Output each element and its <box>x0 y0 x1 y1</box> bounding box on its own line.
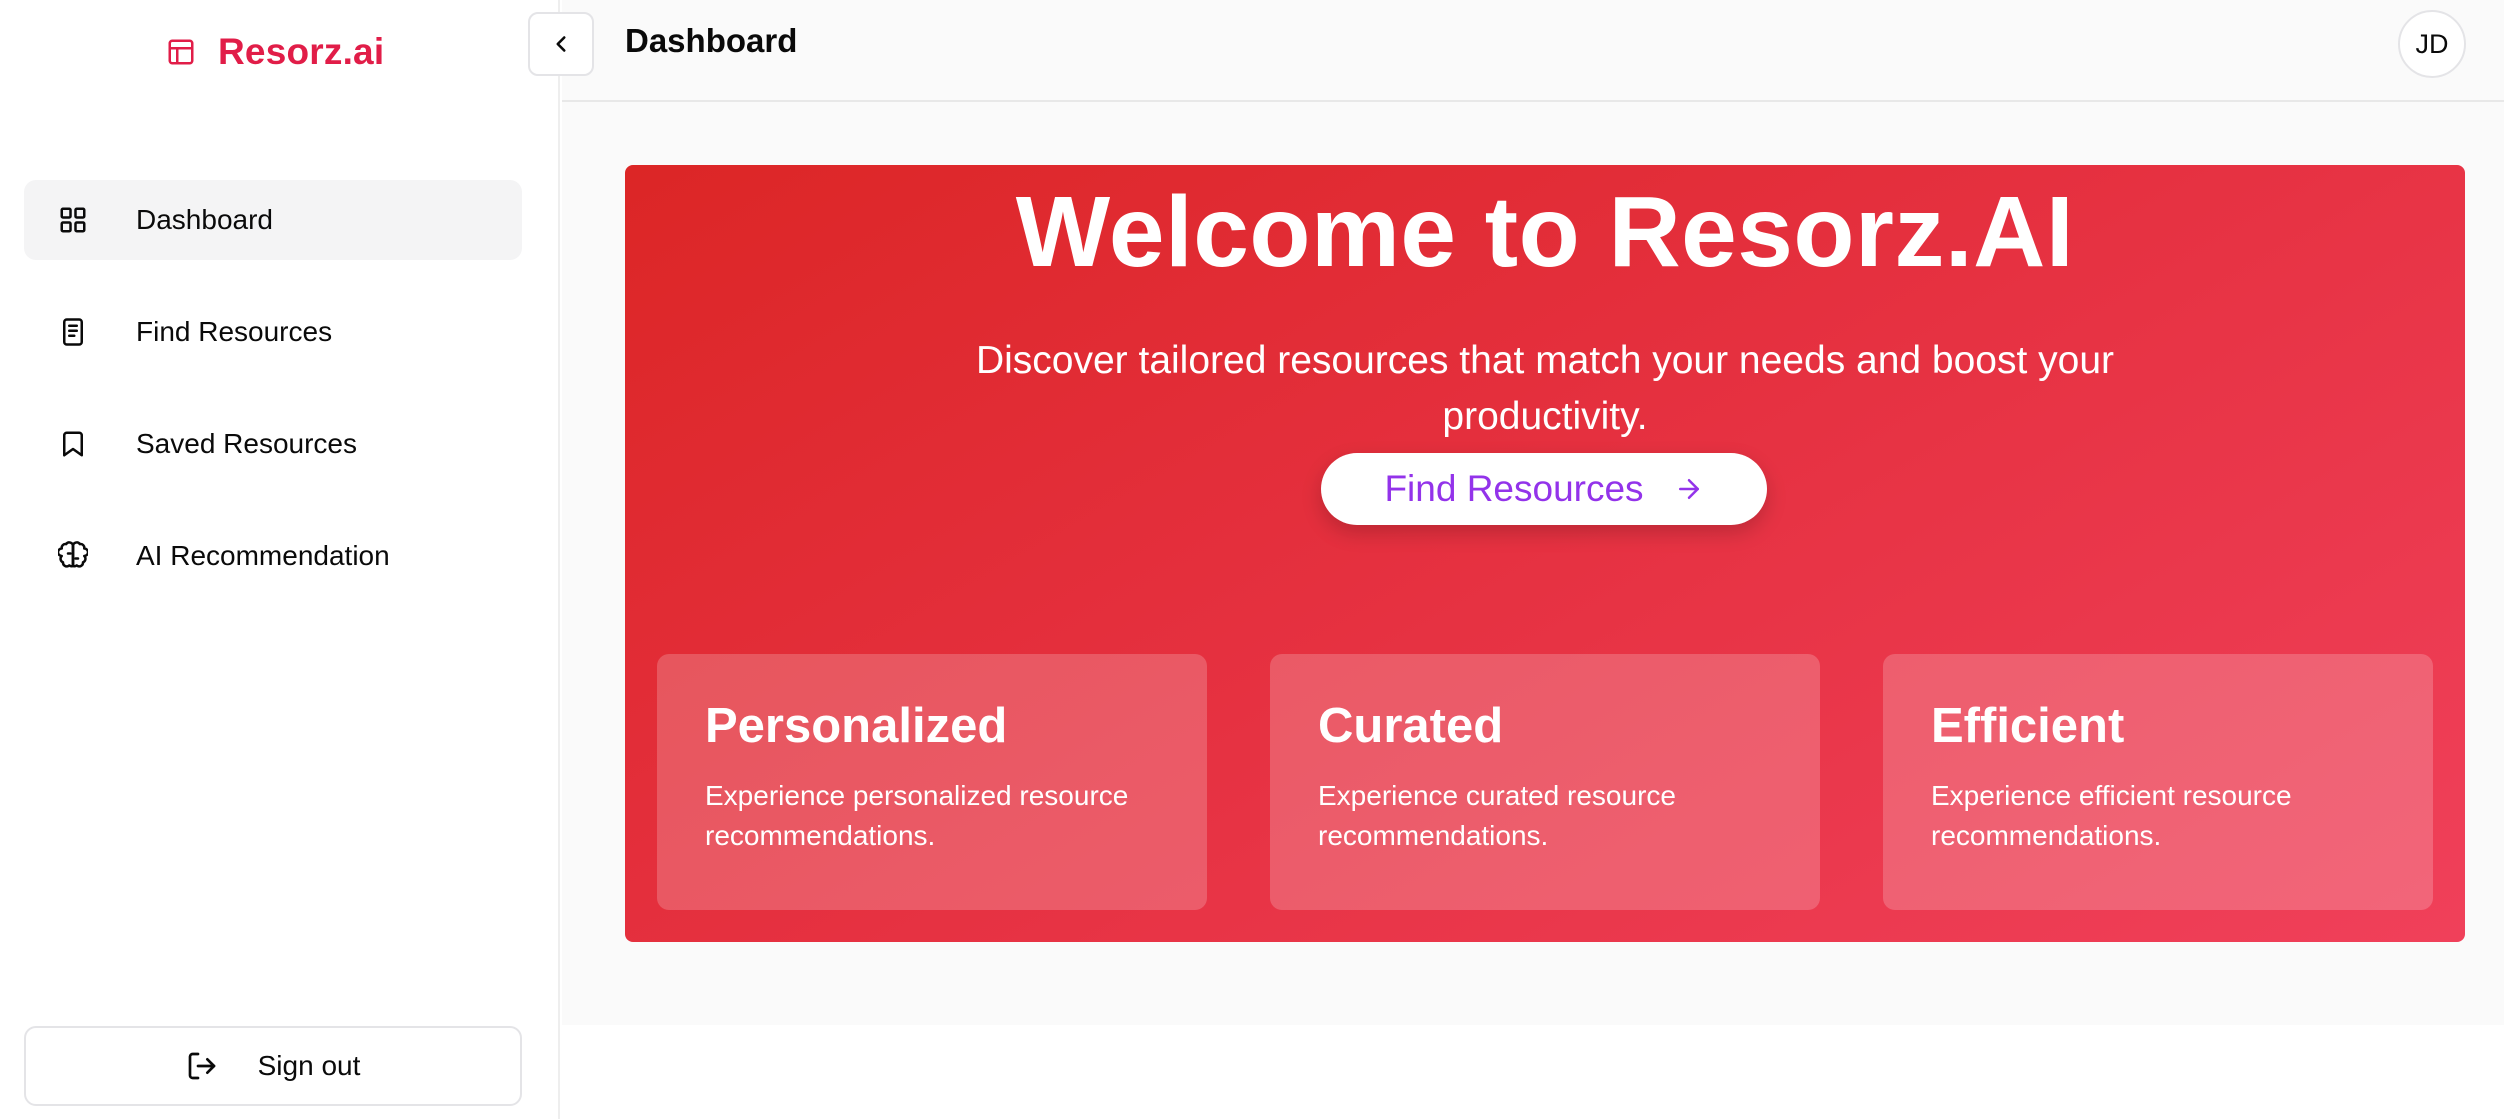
book-icon <box>56 315 90 349</box>
page-title: Dashboard <box>625 22 798 59</box>
feature-description: Experience personalized resource recomme… <box>705 780 1129 851</box>
sidebar-item-find-resources[interactable]: Find Resources <box>24 292 522 372</box>
feature-card-personalized: Personalized Experience personalized res… <box>657 654 1207 910</box>
app-root: Resorz.ai Dashboard Find Resources Saved… <box>0 0 2504 1119</box>
brain-icon <box>56 539 90 573</box>
grid-icon <box>56 203 90 237</box>
sidebar-item-label: AI Recommendation <box>136 540 390 571</box>
brand[interactable]: Resorz.ai <box>166 30 384 74</box>
feature-description: Experience curated resource recommendati… <box>1318 780 1676 851</box>
feature-title: Curated <box>1318 699 1504 753</box>
avatar[interactable]: JD <box>2398 10 2466 78</box>
sidebar-item-label: Dashboard <box>136 204 273 235</box>
top-header: Dashboard JD <box>562 0 2504 102</box>
feature-description: Experience efficient resource recommenda… <box>1931 780 2292 851</box>
sign-out-button[interactable]: Sign out <box>24 1026 522 1106</box>
sign-out-label: Sign out <box>257 1050 361 1081</box>
hero-subtitle: Discover tailored resources that match y… <box>975 339 2115 438</box>
feature-title: Efficient <box>1931 699 2125 753</box>
feature-card-curated: Curated Experience curated resource reco… <box>1270 654 1820 910</box>
hero-title: Welcome to Resorz.AI <box>1015 176 2075 288</box>
sidebar-item-ai-recommendation[interactable]: AI Recommendation <box>24 516 522 596</box>
sidebar-item-label: Find Resources <box>136 316 333 347</box>
log-out-icon <box>186 1050 218 1082</box>
sidebar-item-label: Saved Resources <box>136 428 358 459</box>
find-resources-label: Find Resources <box>1384 468 1644 509</box>
layout-icon <box>166 37 196 67</box>
main-content: Welcome to Resorz.AI Discover tailored r… <box>562 102 2504 1025</box>
sidebar-item-dashboard[interactable]: Dashboard <box>24 180 522 260</box>
chevron-left-icon <box>548 31 574 57</box>
feature-card-efficient: Efficient Experience efficient resource … <box>1883 654 2433 910</box>
feature-cards: Personalized Experience personalized res… <box>657 654 2433 910</box>
feature-title: Personalized <box>705 699 1008 753</box>
bookmark-icon <box>56 427 90 461</box>
sidebar-item-saved-resources[interactable]: Saved Resources <box>24 404 522 484</box>
sidebar-nav: Dashboard Find Resources Saved Resources… <box>24 180 522 628</box>
arrow-right-icon <box>1674 474 1704 504</box>
hero-banner: Welcome to Resorz.AI Discover tailored r… <box>625 165 2465 942</box>
brand-name: Resorz.ai <box>218 31 385 72</box>
sidebar: Resorz.ai Dashboard Find Resources Saved… <box>0 0 560 1119</box>
collapse-sidebar-button[interactable] <box>528 12 594 76</box>
find-resources-button[interactable]: Find Resources <box>1321 453 1767 525</box>
